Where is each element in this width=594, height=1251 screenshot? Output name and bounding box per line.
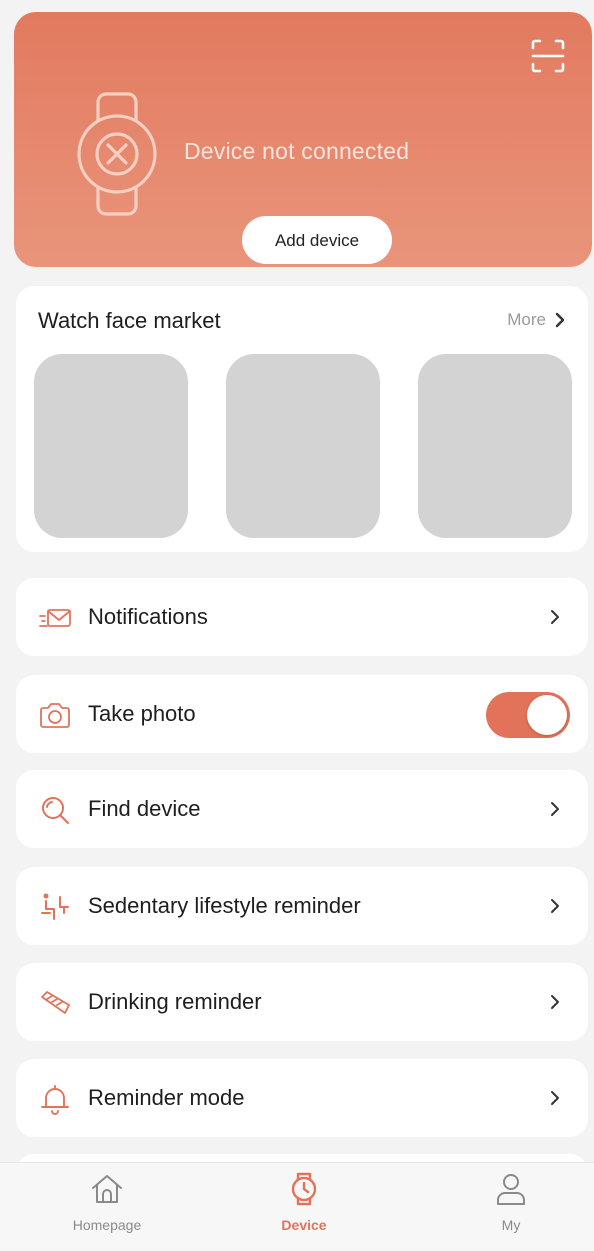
watch-icon (291, 1172, 317, 1206)
watch-face-thumbnail[interactable] (418, 354, 572, 538)
bottom-tab-bar: Homepage Device My (0, 1162, 594, 1251)
magnifier-icon (42, 797, 69, 824)
tab-device-label: Device (281, 1217, 327, 1233)
tab-homepage-label: Homepage (72, 1217, 142, 1233)
find-device-row[interactable]: Find device (16, 770, 588, 848)
take-photo-toggle[interactable] (486, 692, 570, 738)
chevron-right-icon (551, 899, 559, 913)
person-icon (497, 1174, 525, 1205)
sedentary-reminder-label: Sedentary lifestyle reminder (88, 893, 361, 918)
cup-icon (41, 991, 70, 1014)
tab-device[interactable]: Device (205, 1163, 403, 1251)
watch-face-market-card: Watch face market More (16, 286, 588, 552)
watch-face-thumbnail[interactable] (34, 354, 188, 538)
tab-homepage[interactable]: Homepage (8, 1163, 206, 1251)
market-title: Watch face market (38, 308, 221, 333)
connection-status-text: Device not connected (184, 138, 410, 164)
market-more-label: More (507, 310, 546, 329)
notifications-label: Notifications (88, 604, 208, 629)
home-icon (92, 1175, 122, 1203)
chevron-right-icon (555, 312, 565, 328)
disconnected-watch-icon (77, 92, 157, 216)
reminder-mode-row[interactable]: Reminder mode (16, 1059, 588, 1137)
notifications-row[interactable]: Notifications (16, 578, 588, 656)
camera-icon (40, 703, 70, 728)
chevron-right-icon (551, 1091, 559, 1105)
toggle-knob (527, 695, 567, 735)
watch-face-thumbnail[interactable] (226, 354, 380, 538)
take-photo-label: Take photo (88, 701, 196, 726)
drinking-reminder-row[interactable]: Drinking reminder (16, 963, 588, 1041)
chevron-right-icon (551, 802, 559, 816)
tab-my[interactable]: My (412, 1163, 594, 1251)
sedentary-reminder-row[interactable]: Sedentary lifestyle reminder (16, 867, 588, 945)
envelope-icon (39, 609, 71, 627)
chevron-right-icon (551, 610, 559, 624)
drinking-reminder-label: Drinking reminder (88, 989, 262, 1014)
scan-icon[interactable] (530, 38, 566, 74)
tab-my-label: My (501, 1217, 521, 1233)
device-status-card: Device not connected Add device (14, 12, 592, 267)
find-device-label: Find device (88, 796, 201, 821)
bell-icon (41, 1085, 69, 1115)
add-device-button[interactable]: Add device (242, 216, 392, 264)
sedentary-icon (41, 893, 69, 920)
chevron-right-icon (551, 995, 559, 1009)
reminder-mode-label: Reminder mode (88, 1085, 245, 1110)
take-photo-row: Take photo (16, 675, 588, 753)
market-more-link[interactable]: More (507, 310, 566, 330)
